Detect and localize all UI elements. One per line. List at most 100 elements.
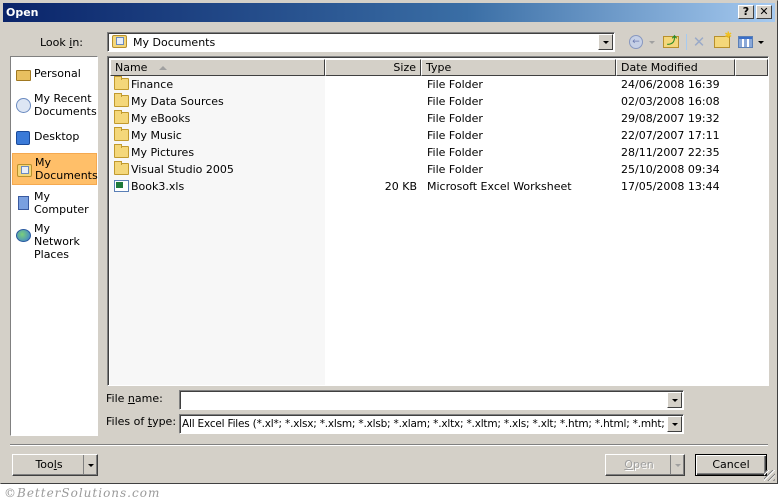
file-name-input[interactable]	[179, 390, 684, 410]
help-button[interactable]: ?	[738, 5, 754, 19]
file-type-cell: File Folder	[427, 163, 483, 176]
back-button[interactable]: ←	[627, 32, 645, 52]
file-name-dropdown-arrow[interactable]	[667, 392, 682, 408]
file-name-cell: My Pictures	[131, 146, 195, 159]
sidebar-item-label: My Network Places	[34, 222, 80, 261]
chevron-down-icon	[87, 463, 94, 467]
network-places-icon	[14, 226, 32, 244]
new-folder-button[interactable]: ✱	[712, 31, 732, 52]
file-type-cell: File Folder	[427, 146, 483, 159]
my-documents-icon	[15, 161, 33, 179]
chevron-down-icon	[671, 398, 678, 402]
resize-grip[interactable]	[764, 470, 775, 481]
title-bar: Open	[3, 3, 775, 22]
sidebar-item-label: Personal	[34, 67, 81, 80]
file-type-dropdown-arrow[interactable]	[667, 416, 682, 432]
folder-icon	[114, 76, 129, 90]
file-type-cell: Microsoft Excel Worksheet	[427, 180, 572, 193]
open-dropdown-arrow[interactable]	[670, 455, 684, 475]
file-row[interactable]: My Data Sources File Folder 02/03/2008 16:…	[110, 93, 740, 110]
toolbar-separator	[686, 34, 687, 50]
sidebar-item-label: My Computer	[34, 190, 89, 216]
file-row[interactable]: My Pictures File Folder 28/11/2007 22:35	[110, 144, 740, 161]
sidebar-item-network[interactable]: My Network Places	[12, 222, 97, 261]
column-header-size[interactable]: Size	[325, 59, 421, 76]
chevron-down-icon	[674, 463, 681, 467]
file-date-cell: 02/03/2008 16:08	[621, 95, 720, 108]
file-row[interactable]: My Music File Folder 22/07/2007 17:11	[110, 127, 740, 144]
sidebar-item-my-documents[interactable]: My Documents	[12, 153, 98, 185]
folder-icon	[114, 161, 129, 175]
file-name-cell: Visual Studio 2005	[131, 163, 234, 176]
recent-documents-icon	[14, 96, 32, 114]
sidebar-item-recent[interactable]: My Recent Documents	[12, 92, 97, 120]
music-folder-icon	[114, 127, 129, 141]
new-folder-icon: ✱	[714, 31, 732, 48]
personal-folder-icon	[14, 66, 32, 84]
sidebar-item-label: My Recent Documents	[34, 92, 97, 118]
chevron-down-icon	[758, 40, 764, 44]
file-date-cell: 17/05/2008 13:44	[621, 180, 720, 193]
file-name-cell: Book3.xls	[131, 180, 185, 193]
sidebar-item-personal[interactable]: Personal	[12, 66, 97, 84]
file-row[interactable]: Visual Studio 2005 File Folder 25/10/2008 …	[110, 161, 740, 178]
file-type-value: All Excel Files (*.xl*; *.xlsx; *.xlsm; …	[182, 418, 665, 430]
window-title: Open	[6, 6, 39, 19]
views-dropdown[interactable]	[756, 32, 766, 52]
tools-dropdown-arrow[interactable]	[83, 455, 97, 475]
file-type-cell: File Folder	[427, 129, 483, 142]
views-icon	[737, 36, 753, 48]
file-date-cell: 24/06/2008 16:39	[621, 78, 720, 91]
up-folder-icon: ⤴	[663, 36, 679, 48]
file-name-cell: My Data Sources	[131, 95, 224, 108]
open-button[interactable]: Open	[605, 454, 685, 476]
sidebar-item-label: Desktop	[34, 130, 80, 143]
file-name-cell: My Music	[131, 129, 182, 142]
tools-button[interactable]: Tools	[12, 454, 98, 476]
delete-button[interactable]: ✕	[690, 32, 708, 52]
file-row[interactable]: Finance File Folder 24/06/2008 16:39	[110, 76, 740, 93]
sidebar-item-label: My Documents	[35, 156, 98, 182]
file-row[interactable]: Book3.xls 20 KB Microsoft Excel Worksheet 1…	[110, 178, 740, 195]
folder-icon	[114, 110, 129, 124]
file-type-cell: File Folder	[427, 95, 483, 108]
look-in-dropdown[interactable]: My Documents	[107, 32, 615, 52]
file-name-cell: Finance	[131, 78, 174, 91]
look-in-label: Look in:	[40, 36, 84, 49]
file-row[interactable]: My eBooks File Folder 29/08/2007 19:32	[110, 110, 740, 127]
data-sources-folder-icon	[114, 93, 129, 107]
file-type-dropdown[interactable]: All Excel Files (*.xl*; *.xlsx; *.xlsm; …	[179, 414, 684, 434]
sort-ascending-icon	[158, 66, 167, 70]
cancel-button[interactable]: Cancel	[695, 454, 767, 476]
file-name-cell: My eBooks	[131, 112, 191, 125]
my-computer-icon	[14, 194, 32, 212]
file-type-cell: File Folder	[427, 78, 483, 91]
file-size-cell: 20 KB	[384, 180, 417, 193]
pictures-folder-icon	[114, 144, 129, 158]
chevron-down-icon	[671, 422, 678, 426]
up-folder-button[interactable]: ⤴	[661, 32, 681, 52]
look-in-value: My Documents	[133, 36, 216, 49]
close-button[interactable]: ✕	[756, 5, 772, 19]
back-dropdown[interactable]	[647, 32, 657, 52]
open-dialog: Open ? ✕ Look in: My Documents ← ⤴ ✕ ✱ P…	[0, 0, 778, 484]
my-documents-icon	[112, 35, 127, 48]
views-button[interactable]	[736, 32, 754, 52]
desktop-icon	[14, 129, 32, 147]
column-header-empty	[735, 59, 768, 76]
sidebar-item-desktop[interactable]: Desktop	[12, 129, 97, 147]
watermark: ©BetterSolutions.com	[4, 486, 161, 500]
excel-file-icon	[114, 180, 129, 192]
file-list[interactable]: Name Size Type Date Modified Finance File…	[107, 56, 769, 386]
look-in-dropdown-arrow[interactable]	[598, 34, 613, 50]
column-header-type[interactable]: Type	[421, 59, 616, 76]
places-bar: Personal My Recent Documents Desktop My …	[10, 56, 98, 436]
sidebar-item-my-computer[interactable]: My Computer	[12, 190, 97, 218]
chevron-down-icon	[602, 40, 609, 44]
column-header-date-modified[interactable]: Date Modified	[616, 59, 735, 76]
back-icon: ←	[629, 35, 643, 49]
file-name-label: File name:	[106, 392, 163, 405]
file-type-label: Files of type:	[106, 415, 177, 428]
column-header-name[interactable]: Name	[110, 59, 325, 76]
file-date-cell: 22/07/2007 17:11	[621, 129, 720, 142]
